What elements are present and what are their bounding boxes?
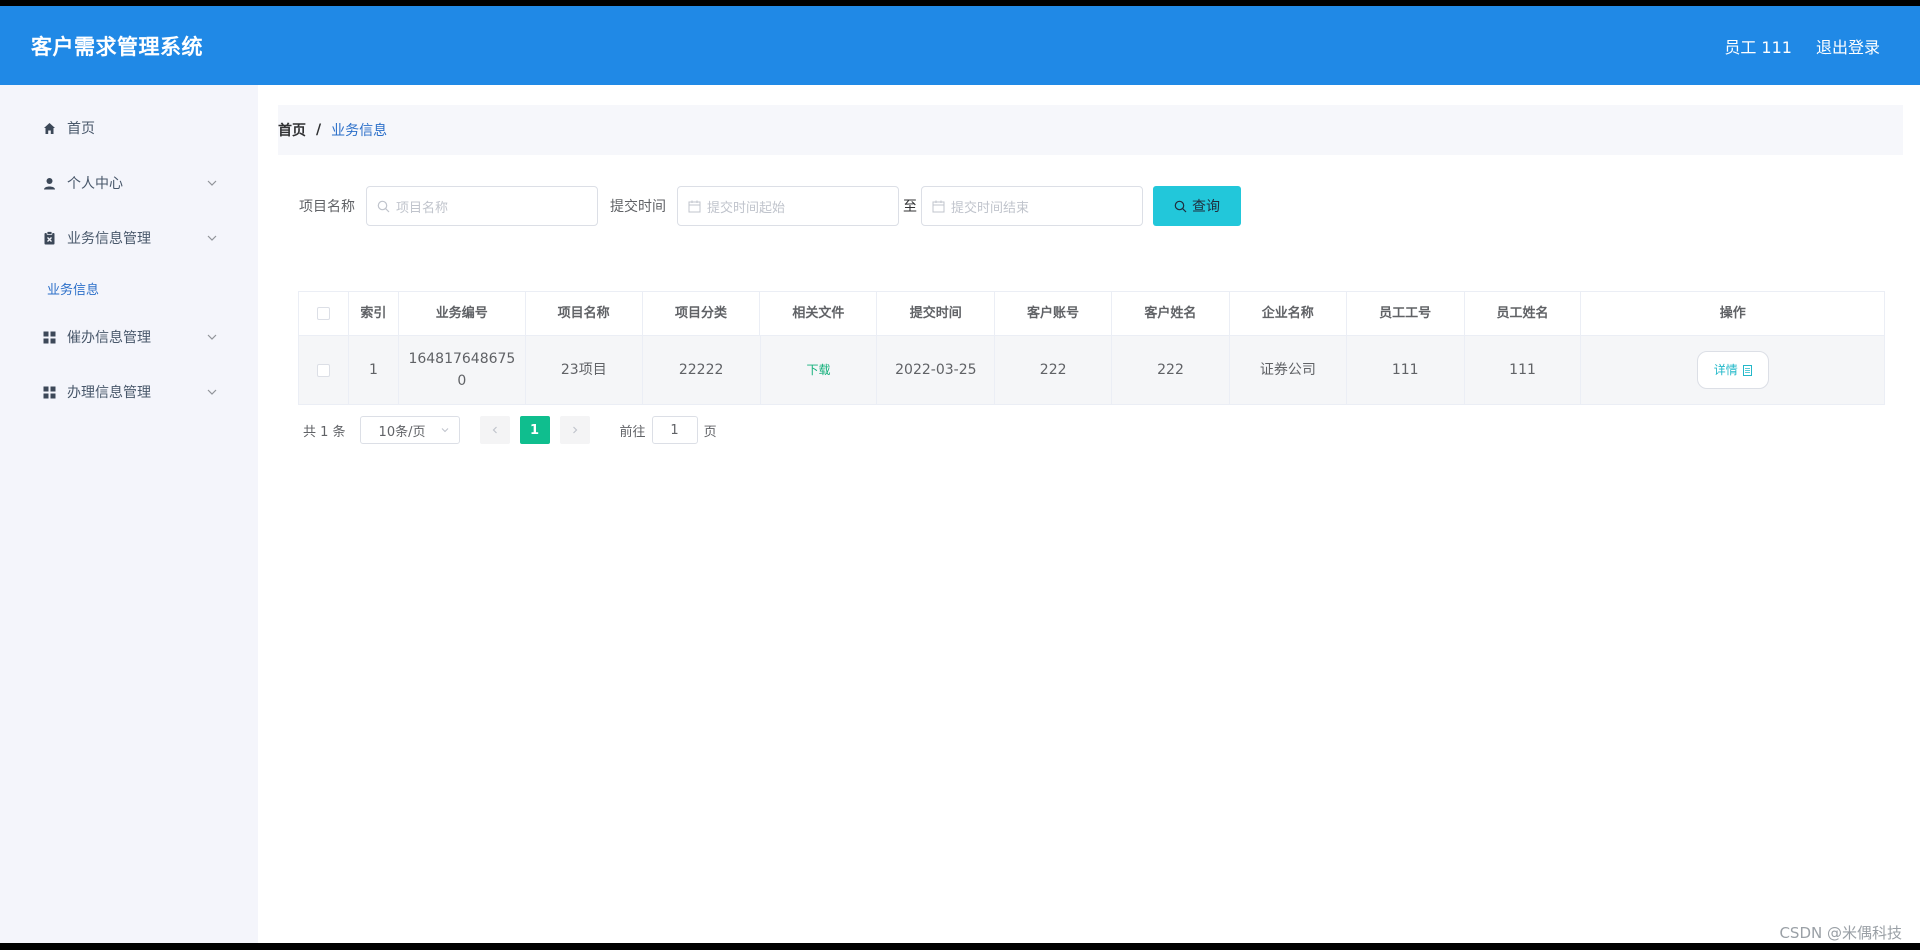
- sidebar-item-label: 业务信息管理: [67, 231, 151, 247]
- page-size-value: 10条/页: [378, 424, 426, 440]
- cell-company: 证券公司: [1230, 336, 1347, 404]
- column-header: 客户姓名: [1112, 292, 1230, 335]
- chevron-down-icon: [207, 180, 217, 186]
- column-header: 相关文件: [760, 292, 878, 335]
- end-date-placeholder: 提交时间结束: [951, 200, 1030, 216]
- page-number-current[interactable]: 1: [519, 416, 550, 444]
- detail-button-label: 详情: [1713, 363, 1738, 377]
- column-header: 操作: [1719, 305, 1746, 321]
- end-date-input[interactable]: 提交时间结束: [921, 186, 1143, 226]
- chevron-left-icon: [492, 426, 497, 434]
- download-link[interactable]: 下载: [806, 359, 830, 381]
- column-header: 员工工号: [1347, 292, 1465, 335]
- column-header: 索引: [349, 292, 399, 335]
- column-header: 提交时间: [877, 292, 996, 335]
- select-all-checkbox[interactable]: [316, 307, 330, 320]
- cell-customer-name: 222: [1112, 336, 1230, 404]
- column-header: 企业名称: [1230, 292, 1347, 335]
- sidebar-item-label: 办理信息管理: [67, 385, 151, 401]
- grid-icon: [42, 385, 57, 400]
- column-header: 业务编号: [399, 292, 526, 335]
- cell-business-code: 164817648675 0: [399, 336, 526, 404]
- chevron-down-icon: [207, 235, 217, 241]
- sidebar-item-label: 首页: [67, 121, 95, 137]
- submenu-business-info[interactable]: 业务信息: [47, 279, 99, 298]
- goto-page-input[interactable]: 1: [651, 416, 698, 444]
- header-right: 员工 111 退出登录: [1724, 34, 1880, 58]
- calendar-icon: [932, 200, 945, 213]
- grid-icon: [42, 330, 57, 345]
- search-icon: [377, 200, 390, 213]
- sidebar-item-handle[interactable]: 办理信息管理: [0, 372, 258, 412]
- column-header: 项目分类: [643, 292, 761, 335]
- chevron-down-icon: [441, 428, 448, 433]
- next-page-button[interactable]: [559, 416, 590, 444]
- breadcrumb-home[interactable]: 首页: [278, 120, 306, 140]
- app-title: 客户需求管理系统: [31, 34, 203, 59]
- pagination: 共 1 条 10条/页 1 前往 1 页: [303, 416, 717, 444]
- table-header: 索引 业务编号 项目名称 项目分类 相关文件 提交时间 客户账号 客户姓名 企业…: [299, 292, 1884, 336]
- date-range-separator: 至: [903, 199, 917, 215]
- chevron-down-icon: [207, 334, 217, 340]
- sidebar-item-urge[interactable]: 催办信息管理: [0, 317, 258, 357]
- breadcrumb-current: 业务信息: [331, 123, 388, 139]
- cell-customer-account: 222: [995, 336, 1113, 404]
- page-size-select[interactable]: 10条/页: [359, 416, 460, 444]
- logout-link[interactable]: 退出登录: [1816, 34, 1880, 58]
- table-row: 1 164817648675 0 23项目 22222 下载 2022-03-2…: [299, 336, 1884, 404]
- row-checkbox[interactable]: [316, 363, 330, 377]
- submit-time-label: 提交时间: [610, 199, 666, 215]
- project-name-placeholder: 项目名称: [396, 200, 449, 216]
- cell-submit-time: 2022-03-25: [877, 336, 996, 404]
- column-header: 客户账号: [995, 292, 1112, 335]
- cell-staff-no: 111: [1347, 336, 1465, 404]
- cell-file: 下载: [761, 336, 878, 404]
- row-select-cell: [299, 336, 349, 404]
- cell-actions: 详情: [1581, 336, 1884, 404]
- breadcrumb-separator: /: [316, 122, 322, 138]
- sidebar-item-business[interactable]: 业务信息管理: [0, 218, 258, 258]
- detail-button[interactable]: 详情: [1696, 351, 1769, 389]
- clipboard-icon: [42, 231, 57, 246]
- sidebar-item-profile[interactable]: 个人中心: [0, 163, 258, 203]
- cell-project-category: 22222: [643, 336, 761, 404]
- home-icon: [42, 121, 57, 136]
- start-date-placeholder: 提交时间起始: [707, 200, 786, 216]
- user-icon: [42, 176, 57, 191]
- select-all-cell: [299, 292, 349, 335]
- cell-index: 1: [349, 336, 399, 404]
- start-date-input[interactable]: 提交时间起始: [677, 186, 899, 226]
- column-header: 项目名称: [526, 292, 643, 335]
- column-header: 员工姓名: [1465, 292, 1582, 335]
- project-name-label: 项目名称: [299, 199, 355, 215]
- prev-page-button[interactable]: [479, 416, 510, 444]
- calendar-icon: [688, 200, 701, 213]
- user-label[interactable]: 员工 111: [1724, 34, 1792, 58]
- sidebar-item-home[interactable]: 首页: [0, 108, 258, 148]
- cell-staff-name: 111: [1465, 336, 1582, 404]
- breadcrumb: 首页 / 业务信息: [278, 105, 1903, 155]
- search-icon: [1174, 200, 1187, 213]
- search-button-label: 查询: [1192, 199, 1220, 215]
- header: 客户需求管理系统 员工 111 退出登录: [0, 6, 1920, 85]
- project-name-input[interactable]: 项目名称: [366, 186, 598, 226]
- sidebar-item-label: 催办信息管理: [67, 330, 151, 346]
- chevron-down-icon: [207, 389, 217, 395]
- goto-label: 前往: [619, 424, 646, 440]
- pagination-total: 共 1 条: [303, 424, 346, 440]
- business-table: 索引 业务编号 项目名称 项目分类 相关文件 提交时间 客户账号 客户姓名 企业…: [298, 291, 1885, 405]
- watermark: CSDN @米偶科技: [1779, 924, 1902, 942]
- main-content: 首页 / 业务信息 项目名称 项目名称 提交时间 提交时间起始 至 提交时间结束…: [258, 85, 1920, 943]
- bottom-strip: [0, 943, 1920, 950]
- chevron-right-icon: [572, 426, 577, 434]
- search-button[interactable]: 查询: [1153, 186, 1241, 226]
- cell-project-name: 23项目: [526, 336, 643, 404]
- sidebar: 首页 个人中心 业务信息管理 业务信息 催办信息管理 办理信息管理: [0, 85, 258, 943]
- document-icon: [1742, 364, 1752, 376]
- page-suffix: 页: [703, 424, 717, 440]
- sidebar-item-label: 个人中心: [67, 176, 123, 192]
